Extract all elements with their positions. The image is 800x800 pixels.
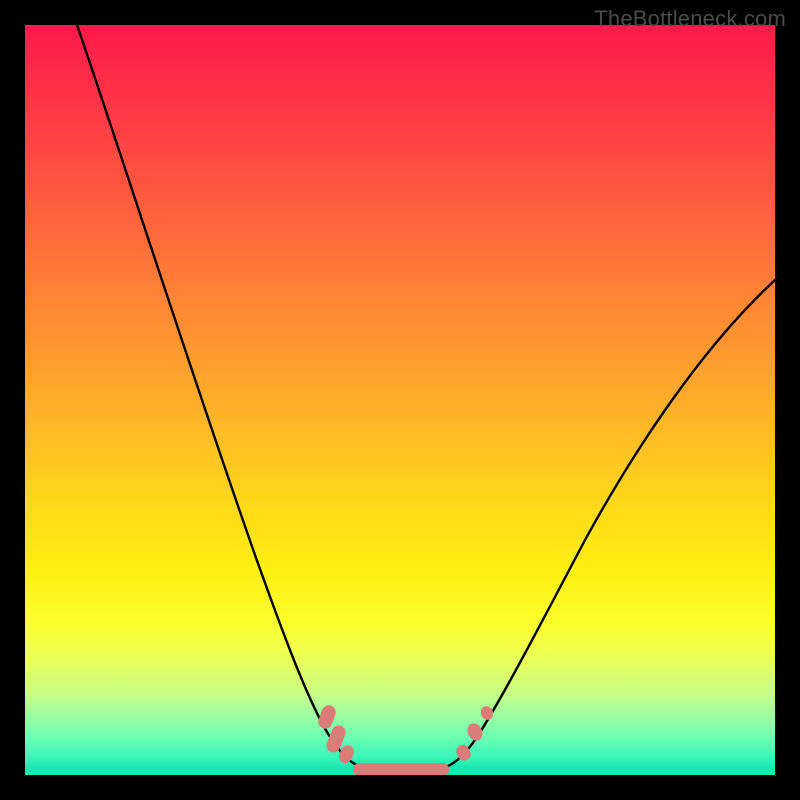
bottleneck-curve bbox=[77, 25, 775, 772]
marker-group bbox=[316, 703, 495, 775]
marker-bottom-bar bbox=[353, 763, 449, 775]
chart-frame: TheBottleneck.com bbox=[0, 0, 800, 800]
curve-svg bbox=[25, 25, 775, 775]
plot-area bbox=[25, 25, 775, 775]
marker-dot bbox=[478, 704, 495, 722]
watermark-text: TheBottleneck.com bbox=[594, 6, 786, 32]
marker-dot bbox=[465, 721, 486, 743]
